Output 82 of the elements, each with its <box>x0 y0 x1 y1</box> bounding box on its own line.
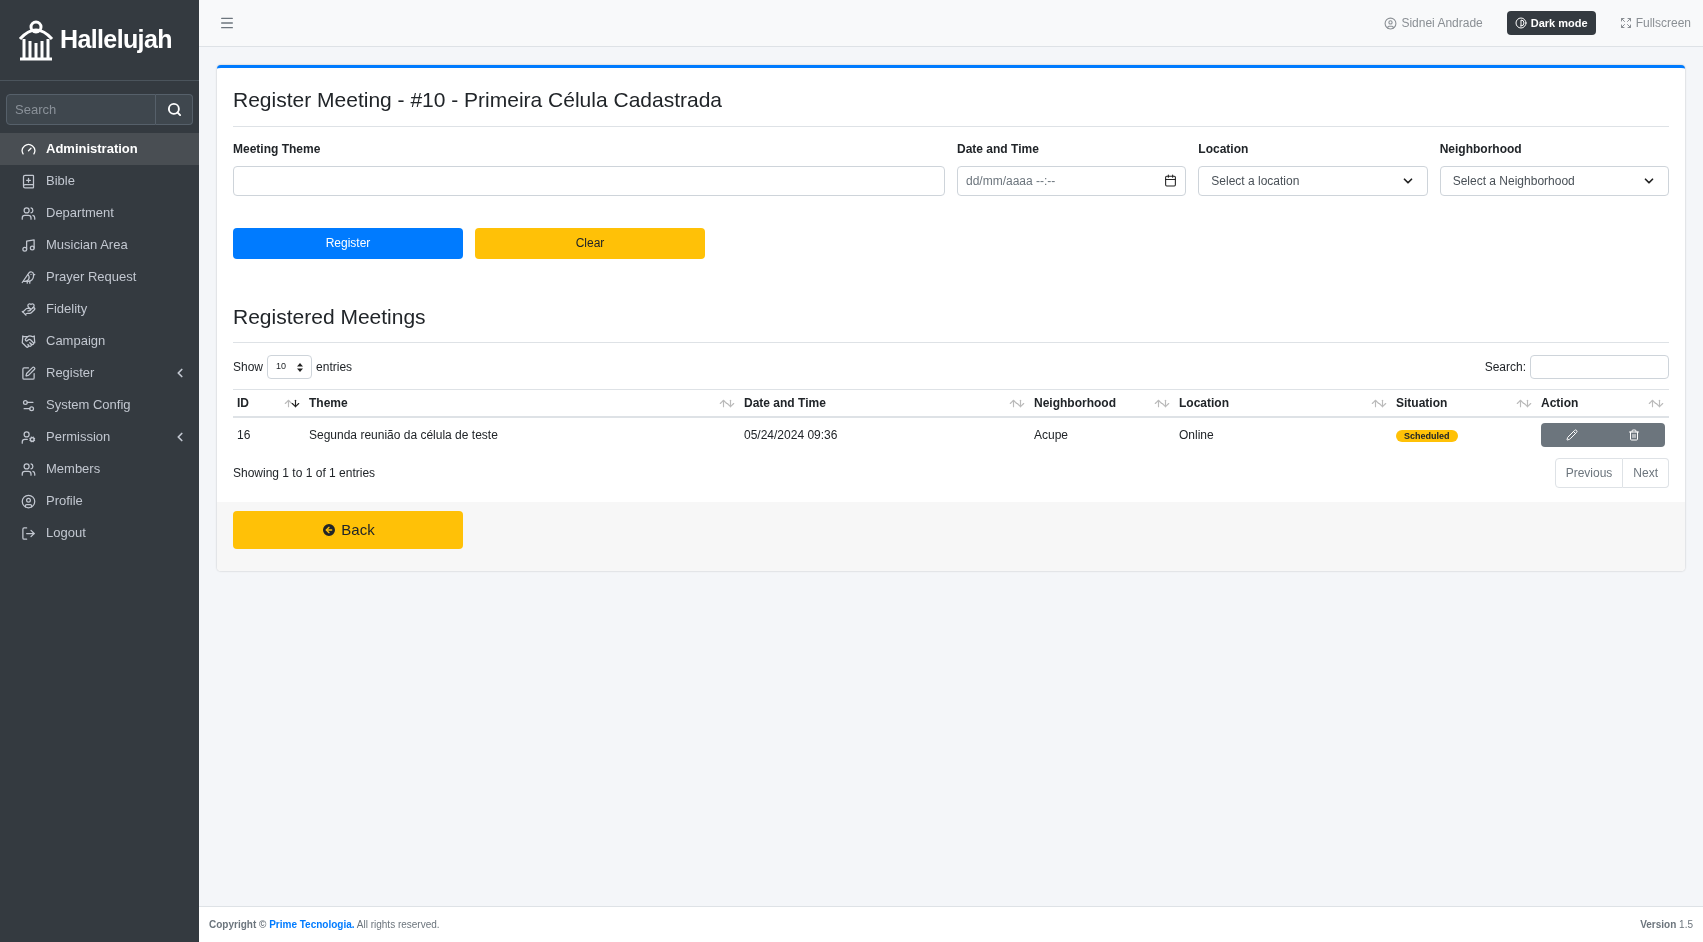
table-cell: Segunda reunião da célula de teste <box>309 428 498 442</box>
delete-button[interactable] <box>1603 423 1665 447</box>
column-header[interactable]: Location <box>1179 394 1229 412</box>
logout-icon <box>21 525 36 541</box>
column-header[interactable]: ID <box>237 394 249 412</box>
half-circle-icon <box>1514 17 1527 29</box>
section-title: Registered Meetings <box>233 300 1669 343</box>
table-info: Showing 1 to 1 of 1 entries <box>233 465 376 482</box>
field-label: Date and Time <box>957 140 1040 158</box>
table-search-field[interactable] <box>1530 355 1669 379</box>
book-icon <box>21 173 36 189</box>
sidebar-item[interactable]: Logout <box>0 517 199 549</box>
calendar-icon <box>1164 174 1178 187</box>
left-arrow-circle-icon <box>321 522 338 538</box>
register-button[interactable]: Register <box>233 227 463 259</box>
column-header[interactable]: Situation <box>1396 394 1448 412</box>
column-header[interactable]: Neighborhood <box>1034 394 1116 412</box>
trash-icon <box>1628 429 1640 441</box>
back-button[interactable]: Back <box>233 511 463 549</box>
sidebar-item[interactable]: Prayer Request <box>0 261 199 293</box>
logo-icon <box>16 19 56 61</box>
hand-heart-icon <box>21 301 36 317</box>
pagination-button[interactable]: Next <box>1623 458 1669 488</box>
expand-icon <box>1619 17 1632 29</box>
handshake-icon <box>21 333 36 349</box>
settings-icon <box>21 397 36 413</box>
version-text: Version 1.5 <box>1640 918 1693 932</box>
page-size-select[interactable]: 10 <box>267 355 313 379</box>
search-field[interactable]: Search <box>6 94 156 125</box>
entries-label: entries <box>316 359 353 376</box>
edit-button[interactable] <box>1541 423 1603 447</box>
gauge-icon <box>21 141 36 157</box>
select-field[interactable]: Select a Neighborhood <box>1439 165 1669 196</box>
pagination-button[interactable]: Previous <box>1554 458 1624 488</box>
menu-icon <box>219 15 235 31</box>
search-button[interactable] <box>156 94 193 125</box>
sort-icon[interactable] <box>283 397 301 409</box>
dark-mode-button[interactable]: Dark mode <box>1506 11 1596 35</box>
table-cell: Online <box>1179 428 1214 442</box>
table-cell: Acupe <box>1034 428 1069 442</box>
field-label: Location <box>1198 140 1250 158</box>
column-header[interactable]: Theme <box>309 394 348 412</box>
pencil-icon <box>1566 429 1578 441</box>
user-circle-icon <box>21 493 36 509</box>
sidebar-item[interactable]: Fidelity <box>0 293 199 325</box>
table-cell: 05/24/2024 09:36 <box>744 428 838 442</box>
column-header[interactable]: Date and Time <box>744 394 826 412</box>
bird-icon <box>21 269 36 285</box>
sidebar-item[interactable]: Permission <box>0 421 199 453</box>
column-header[interactable]: Action <box>1541 394 1579 412</box>
sidebar-item[interactable]: Register <box>0 357 199 389</box>
table-cell: 16 <box>237 428 251 442</box>
search-label: Search: <box>1484 359 1526 376</box>
sidebar-item[interactable]: Profile <box>0 485 199 517</box>
date-time-field[interactable]: dd/mm/aaaa --:-- <box>957 165 1187 196</box>
users-icon <box>21 461 36 477</box>
show-label: Show <box>233 359 264 376</box>
sidebar-item[interactable]: Administration <box>0 133 199 165</box>
menu-button[interactable] <box>219 15 235 31</box>
field-label: Meeting Theme <box>233 140 322 158</box>
sidebar-item[interactable]: System Config <box>0 389 199 421</box>
text-field[interactable] <box>233 165 945 196</box>
user-circle-icon <box>1384 16 1398 30</box>
field-label: Neighborhood <box>1439 140 1523 158</box>
music-note-icon <box>21 237 36 253</box>
company-link[interactable]: Prime Tecnologia. <box>269 919 355 930</box>
users-icon <box>21 205 36 221</box>
sidebar-item[interactable]: Bible <box>0 165 199 197</box>
clear-button[interactable]: Clear <box>475 227 705 259</box>
copyright-text: Copyright © Prime Tecnologia. All rights reserved. <box>209 918 440 932</box>
up-down-icon <box>297 362 304 372</box>
search-icon <box>166 102 182 117</box>
sidebar-item[interactable]: Members <box>0 453 199 485</box>
select-field[interactable]: Select a location <box>1198 165 1428 196</box>
sidebar-item[interactable]: Musician Area <box>0 229 199 261</box>
edit-icon <box>21 365 36 381</box>
page-title: Register Meeting - #10 - Primeira Célula Cadastrada <box>233 84 1669 127</box>
sidebar-item[interactable]: Department <box>0 197 199 229</box>
logo-text: Hallelujah <box>60 24 172 56</box>
status-badge: Scheduled <box>1396 430 1458 442</box>
user-gear-icon <box>21 429 36 445</box>
sidebar-item[interactable]: Campaign <box>0 325 199 357</box>
